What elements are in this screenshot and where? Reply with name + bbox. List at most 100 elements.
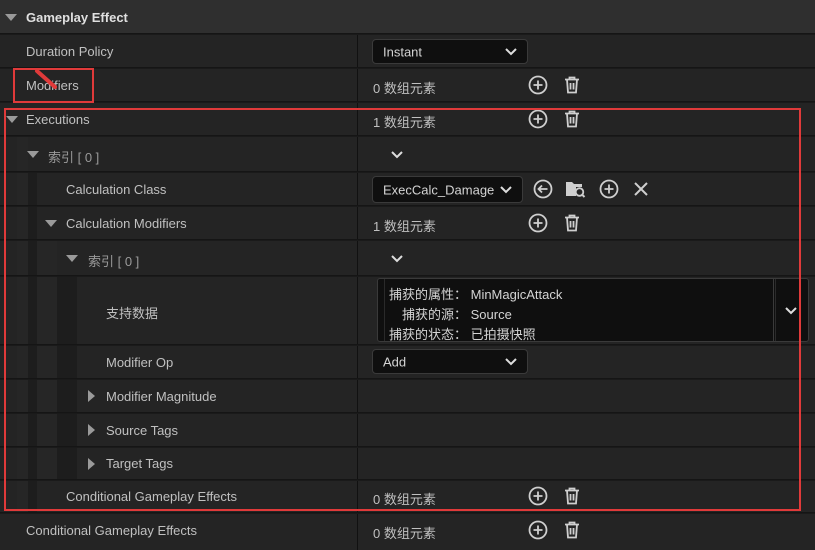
trash-icon[interactable] [561, 519, 583, 541]
indent-strip [17, 241, 28, 275]
indent-strip [57, 414, 77, 446]
indent-strip [28, 346, 37, 378]
duration-policy-label: Duration Policy [26, 44, 114, 59]
add-element-icon[interactable] [527, 212, 549, 234]
add-element-icon[interactable] [527, 74, 549, 96]
outer-conditional-effects-label: Conditional Gameplay Effects [26, 523, 198, 538]
column-divider [357, 35, 358, 67]
indent-strip [17, 380, 28, 412]
add-element-icon[interactable] [527, 519, 549, 541]
add-element-icon[interactable] [527, 108, 549, 130]
column-divider [357, 514, 358, 550]
indent-strip [37, 241, 57, 275]
row-duration-policy: Duration Policy Instant [0, 35, 815, 68]
chevron-down-icon[interactable] [391, 151, 403, 159]
duration-policy-dropdown[interactable]: Instant [372, 39, 528, 64]
duration-policy-value: Instant [383, 44, 423, 59]
column-divider [357, 137, 358, 171]
column-divider [357, 481, 358, 512]
chevron-down-icon [785, 307, 797, 315]
column-divider [357, 173, 358, 205]
row-source-tags[interactable]: Source Tags [0, 414, 815, 447]
indent-strip [17, 414, 28, 446]
indent-strip [17, 481, 28, 512]
modifiers-count: 0 数组元素 [373, 81, 436, 96]
calculation-modifiers-count: 1 数组元素 [373, 219, 436, 234]
inner-conditional-effects-label: Conditional Gameplay Effects [66, 489, 238, 504]
modifier-op-dropdown[interactable]: Add [372, 349, 528, 374]
collapse-triangle-icon[interactable] [45, 220, 57, 227]
indent-strip [17, 207, 28, 239]
chevron-down-icon [505, 357, 517, 365]
expand-triangle-icon[interactable] [88, 424, 95, 436]
row-executions: Executions 1 数组元素 [0, 103, 815, 136]
inner-conditional-effects-count: 0 数组元素 [373, 492, 436, 507]
target-tags-label: Target Tags [106, 456, 173, 471]
column-divider [357, 448, 358, 479]
indent-strip [17, 173, 28, 205]
calculation-modifiers-label: Calculation Modifiers [66, 216, 187, 231]
collapse-triangle-icon[interactable] [66, 255, 78, 262]
clear-x-icon[interactable] [630, 178, 652, 200]
indent-strip [37, 380, 57, 412]
source-tags-label: Source Tags [106, 423, 179, 438]
row-modifier-op: Modifier Op Add [0, 346, 815, 379]
collapse-triangle-icon[interactable] [5, 14, 17, 21]
column-divider [357, 103, 358, 135]
backing-data-line: 捕获的源： Source [402, 307, 512, 322]
column-divider [357, 414, 358, 446]
row-modifier-index: 索引 [ 0 ] [0, 241, 815, 276]
row-target-tags[interactable]: Target Tags [0, 448, 815, 480]
backing-data-box[interactable]: 捕获的属性： MinMagicAttack 捕获的源： Source 捕获的状态… [377, 278, 809, 342]
row-exec-index: 索引 [ 0 ] [0, 137, 815, 172]
collapse-triangle-icon[interactable] [6, 116, 18, 123]
indent-strip [57, 346, 77, 378]
backing-data-dropdown[interactable] [773, 279, 808, 341]
indent-strip [57, 277, 77, 344]
exec-index-label: 索引 [ 0 ] [48, 150, 100, 165]
modifier-magnitude-label: Modifier Magnitude [106, 389, 217, 404]
indent-strip [28, 448, 37, 479]
calculation-class-dropdown[interactable]: ExecCalc_Damage [372, 176, 523, 203]
expand-triangle-icon[interactable] [88, 390, 95, 402]
column-divider [357, 277, 358, 344]
add-element-icon[interactable] [598, 178, 620, 200]
trash-icon[interactable] [561, 485, 583, 507]
add-element-icon[interactable] [527, 485, 549, 507]
indent-strip [17, 346, 28, 378]
indent-strip [37, 277, 57, 344]
row-inner-conditional-effects: Conditional Gameplay Effects 0 数组元素 [0, 481, 815, 513]
indent-strip [28, 207, 37, 239]
indent-strip [28, 277, 37, 344]
column-divider [357, 241, 358, 275]
executions-count: 1 数组元素 [373, 115, 436, 130]
row-modifier-magnitude[interactable]: Modifier Magnitude [0, 380, 815, 413]
indent-strip [37, 448, 57, 479]
indent-strip [28, 481, 37, 512]
indent-strip [17, 277, 28, 344]
column-divider [357, 69, 358, 101]
trash-icon[interactable] [561, 108, 583, 130]
indent-strip [37, 346, 57, 378]
modifier-index-label: 索引 [ 0 ] [88, 254, 140, 269]
backing-data-label: 支持数据 [106, 306, 159, 321]
expand-triangle-icon[interactable] [88, 458, 95, 470]
modifier-op-label: Modifier Op [106, 355, 174, 370]
calculation-class-value: ExecCalc_Damage [383, 182, 495, 197]
back-arrow-icon[interactable] [532, 178, 554, 200]
collapse-triangle-icon[interactable] [27, 151, 39, 158]
outer-conditional-effects-count: 0 数组元素 [373, 526, 436, 541]
chevron-down-icon[interactable] [391, 255, 403, 263]
column-divider [357, 207, 358, 239]
row-backing-data: 支持数据 捕获的属性： MinMagicAttack 捕获的源： Source … [0, 277, 815, 345]
chevron-down-icon [505, 47, 517, 55]
trash-icon[interactable] [561, 212, 583, 234]
indent-strip [57, 448, 77, 479]
executions-label: Executions [26, 112, 90, 127]
browse-folder-icon[interactable] [564, 178, 586, 200]
indent-strip [17, 448, 28, 479]
section-header[interactable]: Gameplay Effect [0, 0, 815, 34]
modifiers-label: Modifiers [26, 78, 79, 93]
trash-icon[interactable] [561, 74, 583, 96]
row-calculation-class: Calculation Class ExecCalc_Damage [0, 173, 815, 206]
